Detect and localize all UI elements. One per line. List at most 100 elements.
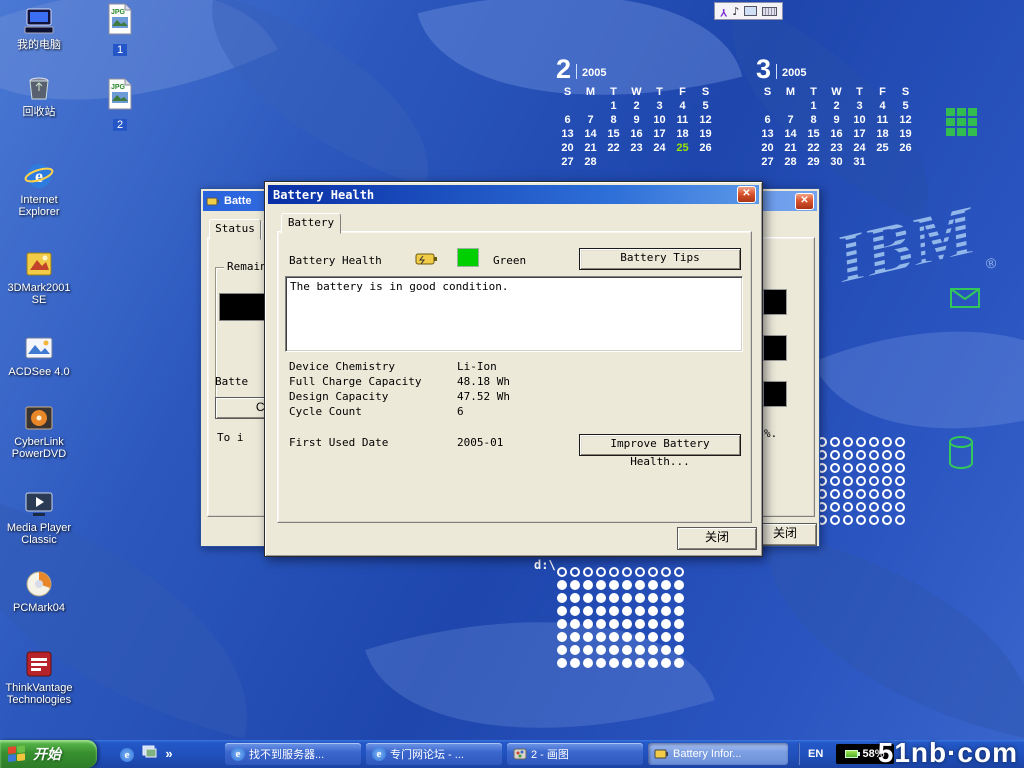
dot bbox=[648, 593, 658, 603]
start-button[interactable]: 开始 bbox=[0, 740, 97, 768]
dot bbox=[674, 606, 684, 616]
calendar-day-header: W bbox=[625, 86, 648, 100]
ie-icon: e bbox=[372, 747, 386, 761]
condition-textbox[interactable]: The battery is in good condition. bbox=[285, 276, 743, 352]
calendar-date: 20 bbox=[556, 142, 579, 156]
remaining-label: Remain bbox=[224, 260, 270, 273]
desktop-icon-pcmark04[interactable]: PCMark04 bbox=[4, 568, 74, 614]
dot bbox=[661, 567, 671, 577]
calendar-date: 16 bbox=[825, 128, 848, 142]
dot bbox=[596, 567, 606, 577]
quicklaunch-chevron[interactable]: » bbox=[160, 745, 178, 763]
taskbar-task-server-not-found[interactable]: e 找不到服务器... bbox=[225, 743, 361, 765]
quicklaunch-desktop[interactable] bbox=[140, 745, 158, 763]
dot bbox=[596, 580, 606, 590]
window-title: Batte bbox=[224, 195, 252, 207]
health-label: Battery Health bbox=[289, 254, 382, 267]
monitor-icon[interactable] bbox=[744, 6, 757, 16]
note-icon[interactable]: ♪ bbox=[732, 6, 739, 17]
calendar-year: 2005 bbox=[582, 67, 606, 79]
calendar-date: 26 bbox=[894, 142, 917, 156]
calendar-day-header: S bbox=[894, 86, 917, 100]
start-label: 开始 bbox=[33, 744, 61, 764]
dot bbox=[895, 476, 905, 486]
desktop-icon-media-player-classic[interactable]: Media Player Classic bbox=[4, 488, 74, 546]
battery-tips-button[interactable]: Battery Tips bbox=[579, 248, 741, 270]
calendar-date: 15 bbox=[602, 128, 625, 142]
desktop-icon-powerdvd[interactable]: CyberLink PowerDVD bbox=[4, 402, 74, 460]
to-text-fragment: To i bbox=[217, 431, 244, 444]
field-row: Design Capacity 47.52 Wh bbox=[289, 390, 739, 404]
desktop-icon-label: CyberLink PowerDVD bbox=[4, 436, 74, 460]
dot bbox=[609, 619, 619, 629]
gauge-cell bbox=[763, 289, 787, 315]
dot bbox=[635, 580, 645, 590]
dot bbox=[570, 619, 580, 629]
dot bbox=[895, 502, 905, 512]
battery-window-icon bbox=[206, 194, 220, 208]
dot bbox=[557, 606, 567, 616]
dot bbox=[895, 515, 905, 525]
calendar-day-header: F bbox=[671, 86, 694, 100]
calendar-day-header: T bbox=[802, 86, 825, 100]
desktop-icon-internet-explorer[interactable]: e Internet Explorer bbox=[4, 160, 74, 218]
desktop-icon-my-computer[interactable]: 我的电脑 bbox=[4, 5, 74, 51]
calendar-separator bbox=[576, 64, 577, 79]
dot bbox=[570, 606, 580, 616]
tab-status[interactable]: Status bbox=[209, 219, 261, 240]
task-label: 2 - 画图 bbox=[531, 746, 569, 762]
dot bbox=[882, 450, 892, 460]
dot bbox=[635, 645, 645, 655]
dot bbox=[830, 476, 840, 486]
cylinder-icon bbox=[948, 436, 974, 475]
dot bbox=[869, 476, 879, 486]
field-value: 47.52 Wh bbox=[457, 390, 510, 403]
desktop-icon-acdsee[interactable]: ACDSee 4.0 bbox=[4, 332, 74, 378]
dot bbox=[661, 580, 671, 590]
desktop-icon-label: Media Player Classic bbox=[4, 522, 74, 546]
health-status: Green bbox=[493, 254, 526, 267]
dot bbox=[661, 619, 671, 629]
desktop-icon-3dmark2001[interactable]: 3DMark2001 SE bbox=[4, 248, 74, 306]
close-icon[interactable]: ✕ bbox=[737, 186, 756, 203]
dot bbox=[596, 645, 606, 655]
media-player-classic-icon bbox=[23, 488, 55, 520]
dot bbox=[869, 463, 879, 473]
tab-battery[interactable]: Battery bbox=[281, 213, 341, 234]
taskbar-task-paint[interactable]: 2 - 画图 bbox=[507, 743, 643, 765]
dot bbox=[856, 463, 866, 473]
desktop-file-2[interactable]: JPG 2 bbox=[102, 78, 138, 133]
calendar-date: 17 bbox=[648, 128, 671, 142]
taskbar-task-battery-information[interactable]: Battery Infor... bbox=[648, 743, 788, 765]
calendar-date: 18 bbox=[871, 128, 894, 142]
close-button[interactable]: 关闭 bbox=[677, 527, 757, 550]
taskbar-task-forum[interactable]: e 专门网论坛 - ... bbox=[366, 743, 502, 765]
dot bbox=[661, 645, 671, 655]
close-icon[interactable]: ✕ bbox=[795, 193, 814, 210]
windows-flag-icon bbox=[8, 745, 27, 764]
chevron-icon: » bbox=[165, 746, 172, 761]
desktop-file-1[interactable]: JPG 1 bbox=[102, 3, 138, 58]
dot bbox=[596, 632, 606, 642]
quicklaunch-ie[interactable]: e bbox=[118, 745, 136, 763]
calendar-date bbox=[602, 156, 625, 170]
desktop-icon-thinkvantage[interactable]: ThinkVantage Technologies bbox=[4, 648, 74, 706]
keyboard-icon[interactable] bbox=[762, 7, 777, 16]
battery-health-titlebar[interactable]: Battery Health ✕ bbox=[268, 185, 759, 204]
calendar-header: 22005 bbox=[556, 55, 717, 81]
calendar-date: 6 bbox=[556, 114, 579, 128]
desktop-icon-recycle-bin[interactable]: 回收站 bbox=[4, 72, 74, 118]
calendar-date: 9 bbox=[625, 114, 648, 128]
powerdvd-icon bbox=[23, 402, 55, 434]
dot bbox=[869, 489, 879, 499]
calendar-date: 24 bbox=[848, 142, 871, 156]
calendar-date: 27 bbox=[756, 156, 779, 170]
improve-battery-health-button[interactable]: Improve Battery Health... bbox=[579, 434, 741, 456]
tray-language-indicator[interactable]: EN bbox=[808, 748, 823, 760]
dot bbox=[635, 619, 645, 629]
calendar-date: 10 bbox=[648, 114, 671, 128]
calendar-date: 23 bbox=[825, 142, 848, 156]
dot bbox=[583, 632, 593, 642]
jpg-file-icon: JPG bbox=[106, 78, 134, 110]
plug-icon[interactable]: Y bbox=[720, 6, 727, 17]
